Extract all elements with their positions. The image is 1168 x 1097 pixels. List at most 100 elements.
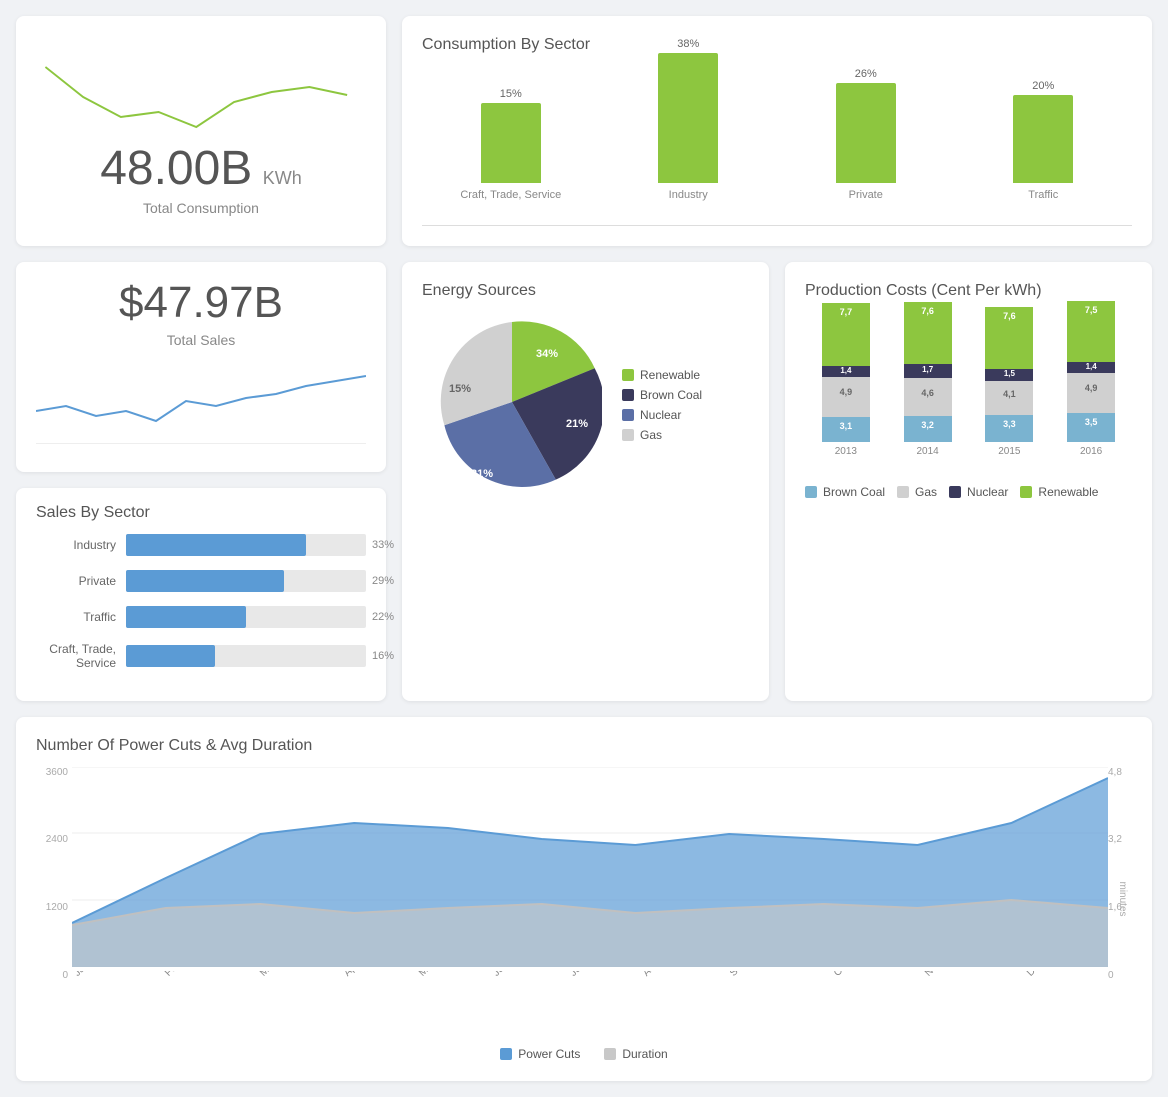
legend-browncoal-label: Brown Coal (640, 388, 702, 402)
hbar-private-track: 29% (126, 570, 366, 592)
legend-browncoal: Brown Coal (622, 388, 702, 402)
hbar-traffic-label: Traffic (36, 610, 126, 624)
hbar-private-fill (126, 570, 284, 592)
legend-gas-dot (622, 429, 634, 441)
energy-sources-card: Energy Sources (402, 262, 769, 701)
x-label-may: May 2016 (417, 971, 490, 1013)
pc-legend-browncoal: Brown Coal (805, 485, 885, 499)
sales-label: Total Sales (167, 332, 235, 348)
consumption-by-sector-card: Consumption By Sector 15% Craft, Trade, … (402, 16, 1152, 246)
legend-power-cuts-label: Power Cuts (518, 1047, 580, 1061)
bar-craft-fill (481, 103, 541, 183)
y-right-0: 0 (1108, 970, 1132, 981)
pc-legend-browncoal-label: Brown Coal (823, 485, 885, 499)
hbar-craft-pct: 16% (372, 650, 394, 662)
hbar-industry: Industry 33% (36, 534, 366, 556)
bar-industry-pct: 38% (677, 38, 699, 50)
production-costs-title: Production Costs (Cent Per kWh) (805, 282, 1132, 300)
energy-sources-title: Energy Sources (422, 282, 749, 300)
y-label-1200: 1200 (36, 902, 68, 913)
total-consumption-card: 48.00B KWh Total Consumption (16, 16, 386, 246)
bar-industry-fill (658, 53, 718, 183)
hbar-industry-fill (126, 534, 306, 556)
total-sales-card: $47.97B Total Sales (16, 262, 386, 472)
consumption-sparkline (36, 47, 366, 137)
legend-duration-label: Duration (622, 1047, 667, 1061)
power-cuts-x-labels: January 2016 February 2016 March 2016 Ap… (72, 971, 1096, 1031)
y-label-2400: 2400 (36, 834, 68, 845)
production-costs-card: Production Costs (Cent Per kWh) 3,1 4,9 (785, 262, 1152, 701)
power-cuts-svg (72, 767, 1108, 967)
energy-pie-chart: 34% 21% 31% 15% (422, 312, 602, 497)
hbar-craft-track: 16% (126, 645, 366, 667)
pc-legend-nuclear: Nuclear (949, 485, 1008, 499)
legend-nuclear-dot (622, 409, 634, 421)
y-label-3600: 3600 (36, 767, 68, 778)
consumption-label: Total Consumption (143, 200, 259, 216)
legend-nuclear: Nuclear (622, 408, 702, 422)
sales-by-sector-card: Sales By Sector Industry 33% Private (16, 488, 386, 701)
bar-industry: 38% Industry (600, 38, 778, 201)
hbar-traffic-fill (126, 606, 246, 628)
power-cuts-legend: Power Cuts Duration (36, 1047, 1132, 1061)
bar-craft-label: Craft, Trade, Service (460, 189, 561, 201)
legend-browncoal-dot (622, 389, 634, 401)
consumption-by-sector-title: Consumption By Sector (422, 36, 1132, 54)
legend-renewable: Renewable (622, 368, 702, 382)
legend-nuclear-label: Nuclear (640, 408, 681, 422)
x-label-feb: February 2016 (163, 971, 251, 1013)
power-cuts-chart-area: 3600 2400 1200 0 4,8 3,2 1,6 0 minutes (36, 767, 1132, 1031)
y-right-3.2: 3,2 (1108, 834, 1132, 845)
x-label-mar: March 2016 (258, 971, 338, 1013)
x-label-dec: December 2016 (1025, 971, 1096, 1013)
hbar-private-pct: 29% (372, 575, 394, 587)
hbar-private-label: Private (36, 574, 126, 588)
svg-text:15%: 15% (449, 383, 471, 395)
x-label-apr: April 2016 (342, 971, 416, 1013)
sales-value: $47.97B (119, 278, 283, 328)
bar-craft: 15% Craft, Trade, Service (422, 88, 600, 201)
pc-legend-gas: Gas (897, 485, 937, 499)
hbar-craft: Craft, Trade, Service 16% (36, 642, 366, 671)
energy-legend: Renewable Brown Coal Nuclear Gas (622, 368, 702, 442)
power-cuts-card: Number Of Power Cuts & Avg Duration 3600… (16, 717, 1152, 1081)
hbar-traffic: Traffic 22% (36, 606, 366, 628)
svg-text:34%: 34% (536, 348, 558, 360)
svg-text:21%: 21% (566, 418, 588, 430)
x-label-oct: October 2016 (832, 971, 917, 1013)
legend-duration: Duration (604, 1047, 667, 1061)
y-label-0: 0 (36, 970, 68, 981)
hbar-craft-fill (126, 645, 215, 667)
pc-legend-gas-label: Gas (915, 485, 937, 499)
hbar-traffic-track: 22% (126, 606, 366, 628)
power-cuts-title: Number Of Power Cuts & Avg Duration (36, 737, 1132, 755)
y-right-4.8: 4,8 (1108, 767, 1132, 778)
bar-industry-label: Industry (669, 189, 708, 201)
legend-power-cuts: Power Cuts (500, 1047, 580, 1061)
bar-private-label: Private (849, 189, 883, 201)
x-label-aug: August 2016 (641, 971, 723, 1013)
legend-gas-label: Gas (640, 428, 662, 442)
svg-text:31%: 31% (471, 468, 493, 480)
bar-traffic-fill (1013, 95, 1073, 183)
bar-private-pct: 26% (855, 68, 877, 80)
x-label-nov: November 2016 (923, 971, 1016, 1013)
x-label-jan: January 2016 (72, 971, 157, 1013)
bar-craft-pct: 15% (500, 88, 522, 100)
bar-traffic: 20% Traffic (955, 80, 1133, 201)
horiz-bar-chart: Industry 33% Private 29% (36, 534, 366, 671)
x-label-jun: June 2016 (491, 971, 566, 1013)
bar-traffic-label: Traffic (1028, 189, 1058, 201)
x-label-sep: September 2016 (728, 971, 823, 1013)
legend-gas: Gas (622, 428, 702, 442)
bar-private-fill (836, 83, 896, 183)
hbar-industry-label: Industry (36, 538, 126, 552)
legend-renewable-dot (622, 369, 634, 381)
sales-sparkline (36, 356, 366, 426)
y-right-unit: minutes (1117, 881, 1128, 916)
consumption-unit: KWh (263, 168, 302, 188)
pc-legend-nuclear-label: Nuclear (967, 485, 1008, 499)
consumption-value: 48.00B (100, 142, 252, 195)
bar-traffic-pct: 20% (1032, 80, 1054, 92)
x-label-jul: July 2016 (568, 971, 641, 1013)
